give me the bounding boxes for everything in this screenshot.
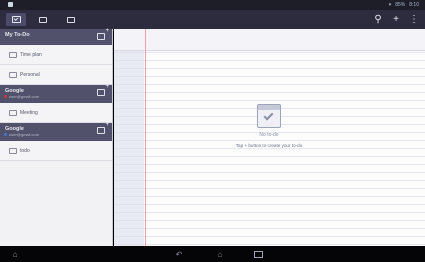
- notebook-margin: [114, 29, 144, 246]
- notification-icon: [8, 2, 13, 7]
- account-title: My To-Do: [5, 32, 30, 38]
- empty-title: No to-do: [259, 132, 279, 138]
- list-view-button[interactable]: [36, 13, 50, 26]
- add-list-icon[interactable]: [97, 122, 109, 134]
- search-icon[interactable]: ⚲: [373, 12, 383, 27]
- action-bar: ⚲ + ⋮: [0, 10, 425, 29]
- account-header-google-1[interactable]: Google user@gmail.com: [0, 84, 112, 103]
- add-list-icon[interactable]: [97, 28, 109, 40]
- overflow-menu-icon[interactable]: ⋮: [409, 12, 419, 27]
- recent-apps-icon[interactable]: [250, 249, 266, 259]
- list-icon: [9, 109, 17, 116]
- account-header-google-2[interactable]: Google user@gmail.com: [0, 122, 112, 141]
- list-label: Time plan: [20, 51, 42, 58]
- home-button-icon[interactable]: ⌂: [213, 249, 227, 259]
- battery-level: 85%: [395, 2, 406, 8]
- notebook-margin-line: [145, 29, 146, 246]
- account-email: user@gmail.com: [9, 94, 40, 99]
- account-email: user@gmail.com: [9, 132, 40, 137]
- add-list-icon[interactable]: [97, 84, 109, 96]
- sidebar-item-meeting[interactable]: Meeting: [0, 103, 112, 123]
- account-color-dot: [4, 95, 7, 98]
- checklist-icon: [257, 104, 281, 128]
- clock: 8:10: [409, 2, 419, 8]
- notebook-header: [114, 29, 425, 51]
- navigation-bar: ⌂ ↶ ⌂: [0, 246, 425, 262]
- app-menu-button[interactable]: [6, 13, 26, 26]
- sidebar-item-time-plan[interactable]: Time plan: [0, 45, 112, 65]
- empty-hint: Tap + button to create your to-do: [235, 143, 303, 148]
- sidebar-item-personal[interactable]: Personal: [0, 65, 112, 85]
- status-right: ▾ 85% 8:10: [389, 1, 419, 9]
- action-bar-right: ⚲ + ⋮: [373, 12, 419, 27]
- account-header-my-todo[interactable]: My To-Do: [0, 28, 112, 45]
- empty-state: No to-do Tap + button to create your to-…: [209, 104, 329, 148]
- sidebar-item-todo[interactable]: todo: [0, 141, 112, 161]
- list-icon: [9, 71, 17, 78]
- checkbox-icon: [11, 16, 21, 23]
- list-label: todo: [20, 147, 30, 154]
- list-label: Personal: [20, 71, 40, 78]
- account-color-dot: [4, 133, 7, 136]
- home-icon[interactable]: ⌂: [8, 249, 22, 259]
- checkmark-icon: [263, 110, 274, 121]
- sidebar: My To-Do Time plan Personal Google user@…: [0, 28, 113, 246]
- list-label: Meeting: [20, 109, 38, 116]
- folder-icon: [67, 16, 75, 23]
- main-panel: No to-do Tap + button to create your to-…: [114, 29, 425, 246]
- back-icon[interactable]: ↶: [172, 249, 186, 259]
- add-icon[interactable]: +: [391, 12, 401, 27]
- wifi-icon: ▾: [388, 2, 392, 8]
- list-icon: [9, 51, 17, 58]
- calendar-view-button[interactable]: [64, 13, 78, 26]
- status-bar: ▾ 85% 8:10: [0, 0, 425, 10]
- list-icon: [9, 147, 17, 154]
- folder-icon: [39, 16, 47, 23]
